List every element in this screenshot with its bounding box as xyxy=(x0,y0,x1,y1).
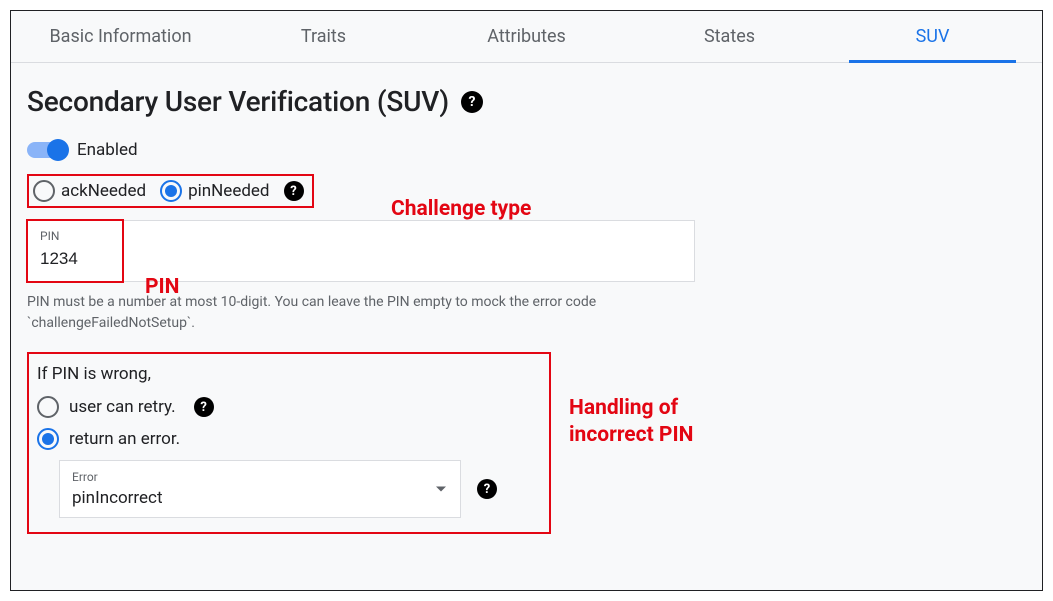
heading-row: Secondary User Verification (SUV) ? xyxy=(19,85,1022,118)
tab-attributes[interactable]: Attributes xyxy=(425,11,628,62)
chevron-down-icon xyxy=(436,487,446,492)
radio-pinneeded[interactable] xyxy=(160,180,182,202)
pin-input[interactable] xyxy=(40,249,682,269)
error-select-value: pinIncorrect xyxy=(72,488,448,508)
annotation-pin: PIN xyxy=(145,275,180,299)
pin-hint-text: PIN must be a number at most 10-digit. Y… xyxy=(27,292,647,334)
annotation-incorrect-pin: Handling of incorrect PIN xyxy=(569,395,693,450)
tab-states[interactable]: States xyxy=(628,11,831,62)
error-handling-prompt: If PIN is wrong, xyxy=(37,364,537,384)
pin-field-wrap: PIN PIN must be a number at most 10-digi… xyxy=(27,220,695,334)
tab-label: Traits xyxy=(301,26,346,47)
tab-label: States xyxy=(704,26,755,47)
tab-label: SUV xyxy=(916,26,950,47)
radio-return-error[interactable] xyxy=(37,428,59,450)
enabled-toggle-label: Enabled xyxy=(77,140,138,160)
radio-return-error-label: return an error. xyxy=(69,429,180,449)
page-title: Secondary User Verification (SUV) xyxy=(27,85,449,118)
tab-label: Basic Information xyxy=(49,26,191,47)
error-radio-retry-row: user can retry. ? xyxy=(37,396,537,418)
radio-ackneeded[interactable] xyxy=(33,180,55,202)
error-select-row: Error pinIncorrect ? xyxy=(59,460,537,518)
tab-basic-information[interactable]: Basic Information xyxy=(19,11,222,62)
pin-float-label: PIN xyxy=(40,229,682,243)
challenge-type-group: ackNeeded pinNeeded ? xyxy=(27,174,314,208)
error-select-float-label: Error xyxy=(72,470,448,484)
pin-field[interactable]: PIN xyxy=(27,220,695,282)
tab-traits[interactable]: Traits xyxy=(222,11,425,62)
help-icon[interactable]: ? xyxy=(284,181,304,201)
radio-user-can-retry[interactable] xyxy=(37,396,59,418)
error-handling-group: If PIN is wrong, user can retry. ? retur… xyxy=(27,352,551,534)
radio-pinneeded-label: pinNeeded xyxy=(188,181,269,201)
enabled-toggle[interactable] xyxy=(27,142,67,158)
error-radio-return-error-row: return an error. xyxy=(37,428,537,450)
app-frame: Basic Information Traits Attributes Stat… xyxy=(10,10,1043,591)
radio-ackneeded-label: ackNeeded xyxy=(61,181,146,201)
content-area: Secondary User Verification (SUV) ? Enab… xyxy=(11,63,1042,554)
tab-label: Attributes xyxy=(487,26,566,47)
error-select[interactable]: Error pinIncorrect xyxy=(59,460,461,518)
help-icon[interactable]: ? xyxy=(477,479,497,499)
help-icon[interactable]: ? xyxy=(461,91,483,113)
tabs-bar: Basic Information Traits Attributes Stat… xyxy=(11,11,1042,63)
tab-suv[interactable]: SUV xyxy=(831,11,1034,62)
help-icon[interactable]: ? xyxy=(194,397,214,417)
toggle-knob xyxy=(47,139,69,161)
annotation-challenge-type: Challenge type xyxy=(391,197,531,221)
enabled-toggle-row: Enabled xyxy=(19,140,1022,160)
radio-user-can-retry-label: user can retry. xyxy=(69,397,176,417)
